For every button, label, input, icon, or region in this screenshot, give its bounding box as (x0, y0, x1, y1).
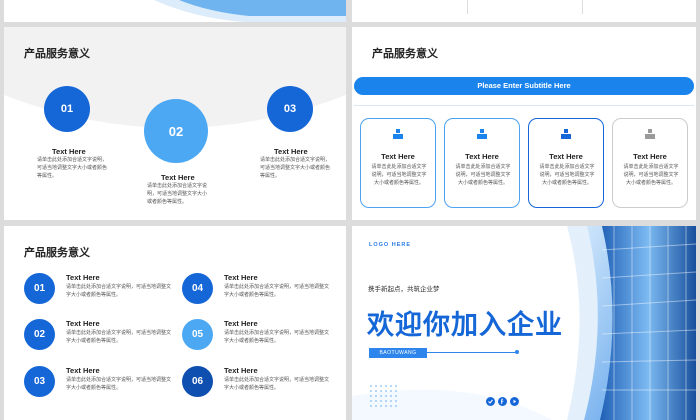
weibo-icon[interactable] (486, 397, 495, 406)
dot-grid (370, 385, 397, 407)
card-desc: 请单击此处添加合适文字说明，可适当地调整文字大小或者颜色等属性。 (371, 164, 427, 186)
badge-line (427, 352, 517, 353)
slide-six-items[interactable]: 产品服务意义 01 Text Here 请单击此处添加合适文字说明，可适当地调整… (4, 226, 346, 420)
decor-shape (154, 0, 346, 22)
tagline: 携手新起点，共筑企业梦 (368, 286, 440, 293)
slide-three-circles[interactable]: 产品服务意义 01 Text Here 请单击此处添加合适文字说明，可适当地调整… (4, 27, 346, 220)
item-heading: Text Here (66, 366, 100, 375)
item-desc: 请单击此处添加合适文字说明，可适当地调整文字大小或者颜色等属性。 (224, 330, 330, 344)
step-circle-03: 03 (267, 86, 313, 132)
slide-top-right[interactable] (352, 0, 696, 22)
item-desc: 请单击此处添加合适文字说明，可适当地调整文字大小或者颜色等属性。 (224, 377, 330, 391)
step-circle-01: 01 (44, 86, 90, 132)
card-desc: 请单击此处添加合适文字说明，可适当地调整文字大小或者颜色等属性。 (539, 164, 595, 186)
info-card[interactable]: Text Here 请单击此处添加合适文字说明，可适当地调整文字大小或者颜色等属… (612, 118, 688, 208)
divider-line (354, 105, 694, 106)
step-circle-02: 02 (144, 99, 208, 163)
item-heading: Text Here (66, 319, 100, 328)
slide-top-left[interactable] (4, 0, 346, 22)
card-heading: Text Here (633, 152, 667, 161)
headline: 欢迎你加入企业 (367, 310, 563, 340)
item-heading: Text Here (224, 319, 258, 328)
slide-title: 产品服务意义 (24, 247, 90, 259)
item-desc: 请单击此处添加合适文字说明，可适当地调整文字大小或者颜色等属性。 (66, 284, 172, 298)
card-desc: 请单击此处添加合适文字说明，可适当地调整文字大小或者颜色等属性。 (455, 164, 511, 186)
item-heading: Text Here (66, 273, 100, 282)
card-heading: Text Here (381, 152, 415, 161)
item-circle-06: 06 (182, 366, 213, 397)
podium-icon (477, 129, 487, 139)
card-heading: Text Here (549, 152, 583, 161)
play-icon[interactable] (510, 397, 519, 406)
item-circle-01: 01 (24, 273, 55, 304)
item-desc: 请单击此处添加合适文字说明，可适当地调整文字大小或者颜色等属性。 (66, 377, 172, 391)
podium-icon (393, 129, 403, 139)
badge-line-dot (515, 350, 519, 354)
card-desc: 请单击此处添加合适文字说明，可适当地调整文字大小或者颜色等属性。 (623, 164, 679, 186)
facebook-icon[interactable] (498, 397, 507, 406)
info-card[interactable]: Text Here 请单击此处添加合适文字说明，可适当地调整文字大小或者颜色等属… (528, 118, 604, 208)
step-heading: Text Here (52, 147, 86, 156)
divider (467, 0, 468, 14)
card-heading: Text Here (465, 152, 499, 161)
item-circle-03: 03 (24, 366, 55, 397)
step-desc: 请单击此处添加合适文字说明，可适当地调整文字大小或者颜色等属性。 (37, 157, 108, 179)
step-desc: 请单击此处添加合适文字说明，可适当地调整文字大小或者颜色等属性。 (260, 157, 331, 179)
badge: BAOTUWANG (369, 348, 427, 358)
item-circle-02: 02 (24, 319, 55, 350)
item-circle-05: 05 (182, 319, 213, 350)
podium-icon (645, 129, 655, 139)
step-desc: 请单击此处添加合适文字说明，可适当地调整文字大小或者颜色等属性。 (147, 183, 208, 205)
podium-icon (561, 129, 571, 139)
item-desc: 请单击此处添加合适文字说明，可适当地调整文字大小或者颜色等属性。 (66, 330, 172, 344)
logo-text: LOGO HERE (369, 242, 412, 248)
item-heading: Text Here (224, 273, 258, 282)
step-heading: Text Here (161, 173, 195, 182)
slide-four-cards[interactable]: 产品服务意义 Please Enter Subtitle Here Text H… (352, 27, 696, 220)
slide-title: 产品服务意义 (24, 48, 90, 60)
info-card[interactable]: Text Here 请单击此处添加合适文字说明，可适当地调整文字大小或者颜色等属… (360, 118, 436, 208)
step-heading: Text Here (274, 147, 308, 156)
divider (582, 0, 583, 14)
slide-title: 产品服务意义 (372, 48, 438, 60)
item-heading: Text Here (224, 366, 258, 375)
info-card[interactable]: Text Here 请单击此处添加合适文字说明，可适当地调整文字大小或者颜色等属… (444, 118, 520, 208)
item-circle-04: 04 (182, 273, 213, 304)
slide-cover[interactable]: LOGO HERE 携手新起点，共筑企业梦 欢迎你加入企业 BAOTUWANG (352, 226, 696, 420)
subtitle-bar: Please Enter Subtitle Here (354, 77, 694, 95)
item-desc: 请单击此处添加合适文字说明，可适当地调整文字大小或者颜色等属性。 (224, 284, 330, 298)
